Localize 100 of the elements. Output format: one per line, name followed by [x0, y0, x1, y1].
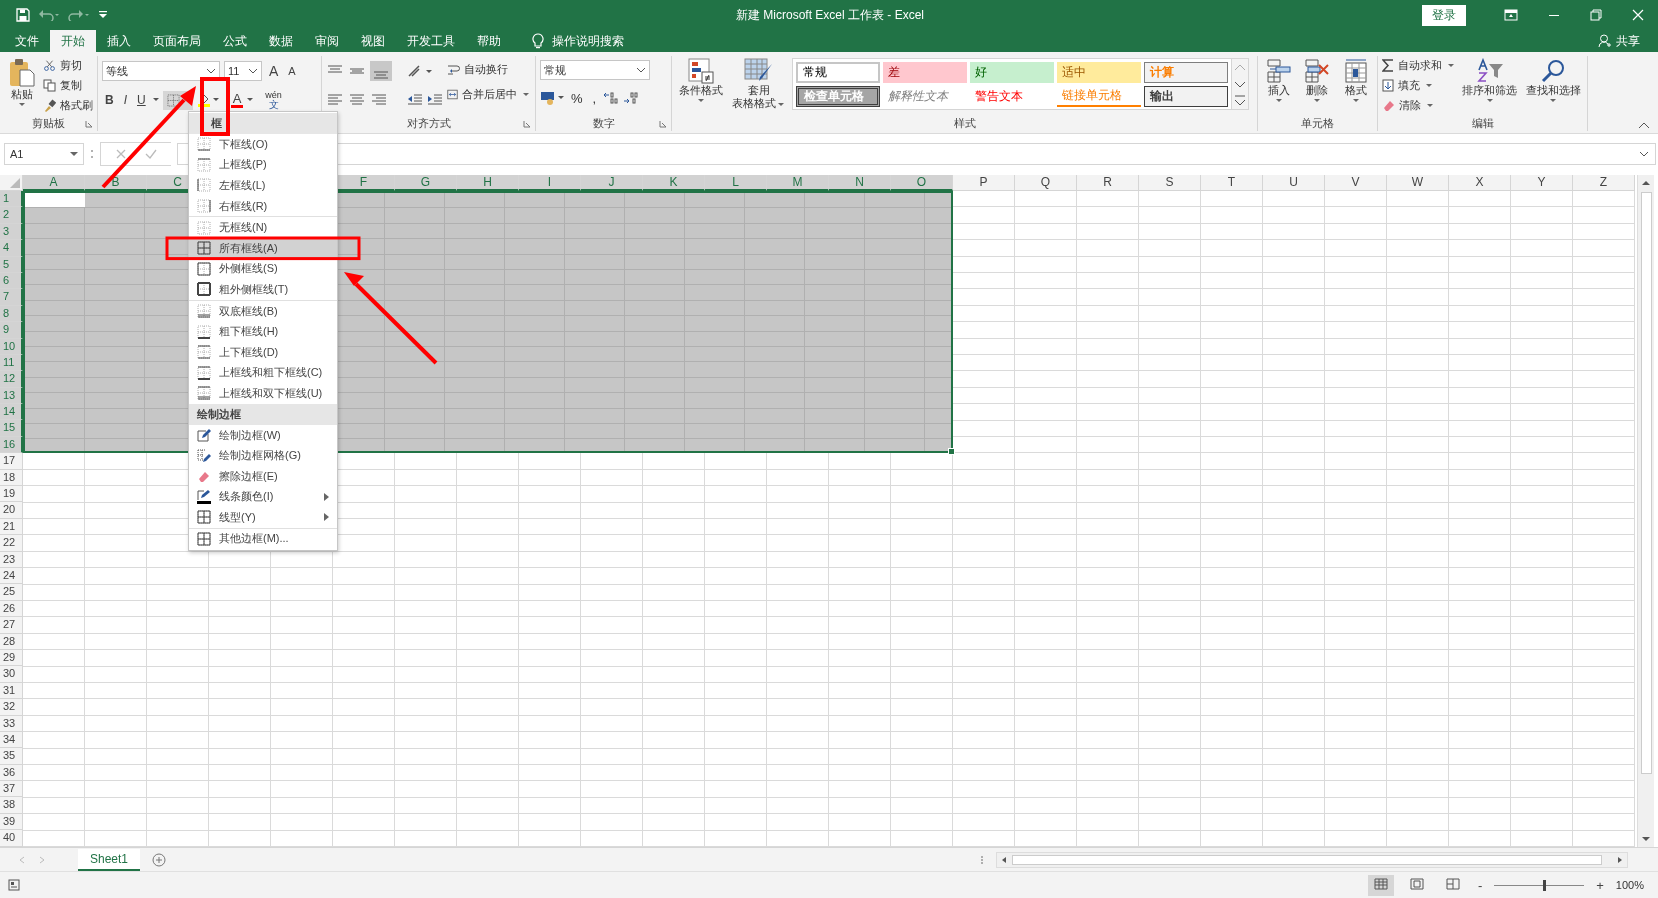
column-header[interactable]: W [1387, 175, 1449, 191]
sheet-tab[interactable]: Sheet1 [78, 848, 141, 871]
conditional-formatting-button[interactable]: 条件格式 [676, 56, 726, 115]
column-header[interactable]: J [581, 175, 643, 191]
enter-check-icon[interactable] [145, 148, 157, 160]
column-header[interactable]: H [457, 175, 519, 191]
row-header[interactable]: 22 [0, 535, 23, 552]
cell-style-option[interactable]: 常规 [796, 62, 880, 83]
macro-record-icon[interactable] [8, 879, 20, 891]
ribbon-tab[interactable]: 数据 [258, 30, 304, 52]
menu-item[interactable]: 线条颜色(I) [189, 486, 337, 508]
row-header[interactable]: 27 [0, 617, 23, 634]
format-painter-button[interactable]: 格式刷 [43, 96, 93, 114]
phonetic-guide-button[interactable]: wén 文 [265, 91, 282, 109]
align-bottom-icon[interactable] [370, 61, 392, 81]
align-left-icon[interactable] [326, 93, 344, 107]
shrink-font-button[interactable]: A [285, 65, 299, 77]
ribbon-tab[interactable]: 帮助 [466, 30, 512, 52]
underline-button[interactable]: U [134, 93, 149, 107]
row-header[interactable]: 39 [0, 813, 23, 831]
ribbon-tab[interactable]: 页面布局 [142, 30, 212, 52]
menu-item[interactable]: 粗外侧框线(T) [189, 279, 337, 300]
row-header[interactable]: 15 [0, 420, 23, 437]
row-header[interactable]: 17 [0, 453, 23, 470]
cell-grid[interactable] [23, 191, 1635, 847]
row-header[interactable]: 40 [0, 830, 23, 847]
restore-icon[interactable] [1590, 9, 1602, 21]
format-cells-button[interactable]: 格式 [1338, 56, 1373, 115]
column-header[interactable]: Y [1511, 175, 1573, 191]
row-header[interactable]: 1 [0, 191, 23, 208]
row-header[interactable]: 9 [0, 322, 23, 339]
cell-style-option[interactable]: 适中 [1057, 62, 1141, 83]
delete-cells-button[interactable]: 删除 [1300, 56, 1335, 115]
number-format-field[interactable]: 常规 [540, 60, 650, 80]
wrap-text-button[interactable]: 自动换行 [447, 60, 531, 78]
dialog-launcher-icon[interactable] [85, 120, 93, 128]
ribbon-tab[interactable]: 开始 [50, 30, 96, 52]
ribbon-tab[interactable]: 文件 [4, 30, 50, 52]
row-header[interactable]: 28 [0, 633, 23, 650]
zoom-slider-thumb[interactable] [1542, 879, 1546, 891]
close-icon[interactable] [1632, 9, 1644, 21]
row-header[interactable]: 18 [0, 469, 23, 487]
cut-button[interactable]: 剪切 [43, 56, 93, 74]
comma-style-button[interactable]: , [589, 90, 600, 106]
column-header[interactable]: P [953, 175, 1015, 191]
ribbon-tab[interactable]: 审阅 [304, 30, 350, 52]
row-header[interactable]: 36 [0, 764, 23, 782]
cell-style-option[interactable]: 好 [970, 62, 1054, 83]
fill-button[interactable]: 填充 [1382, 76, 1456, 94]
clear-button[interactable]: 清除 [1382, 96, 1456, 114]
collapse-ribbon-icon[interactable] [1638, 121, 1650, 129]
decrease-decimal-icon[interactable] [623, 91, 640, 105]
fill-color-icon[interactable] [196, 93, 219, 107]
increase-decimal-icon[interactable] [603, 91, 620, 105]
row-header[interactable]: 12 [0, 371, 23, 388]
row-header[interactable]: 33 [0, 715, 23, 732]
row-header[interactable]: 21 [0, 518, 23, 536]
column-header[interactable]: X [1449, 175, 1511, 191]
more-styles-icon[interactable] [1232, 94, 1248, 108]
row-header[interactable]: 4 [0, 240, 23, 257]
sign-in-button[interactable]: 登录 [1422, 4, 1466, 26]
cell-style-option[interactable]: 差 [883, 62, 967, 83]
undo-icon[interactable] [38, 9, 60, 21]
font-size-field[interactable]: 11 [224, 61, 262, 81]
row-header[interactable]: 31 [0, 682, 23, 700]
zoom-in-button[interactable]: + [1594, 877, 1606, 893]
column-header[interactable]: I [519, 175, 581, 191]
menu-item[interactable]: 双底框线(B) [189, 299, 337, 322]
ribbon-tab[interactable]: 公式 [212, 30, 258, 52]
column-header[interactable]: O [891, 175, 953, 191]
row-header[interactable]: 20 [0, 502, 23, 519]
cell-style-option[interactable]: 输出 [1144, 86, 1228, 107]
column-header[interactable]: S [1139, 175, 1201, 191]
active-cell[interactable] [25, 193, 85, 208]
paste-button[interactable]: 粘贴 [4, 56, 39, 115]
row-header[interactable]: 24 [0, 568, 23, 585]
menu-item[interactable]: 上下框线(D) [189, 341, 337, 363]
merge-center-button[interactable]: 合并后居中 [447, 85, 531, 103]
ribbon-tab[interactable]: 开发工具 [396, 30, 466, 52]
percent-style-button[interactable]: % [568, 90, 586, 106]
row-header[interactable]: 7 [0, 289, 23, 306]
grow-font-button[interactable]: A [266, 63, 282, 79]
menu-item[interactable]: 无框线(N) [189, 216, 337, 238]
row-header[interactable]: 26 [0, 600, 23, 618]
column-header[interactable]: Z [1573, 175, 1635, 191]
row-header[interactable]: 29 [0, 649, 23, 667]
insert-cells-button[interactable]: 插入 [1262, 56, 1297, 115]
scroll-thumb[interactable] [1640, 192, 1652, 774]
menu-item[interactable]: 上框线(P) [189, 154, 337, 176]
menu-item[interactable]: 线型(Y) [189, 507, 337, 528]
cell-style-option[interactable]: 警告文本 [970, 86, 1054, 107]
copy-button[interactable]: 复制 [43, 76, 93, 94]
row-header[interactable]: 37 [0, 781, 23, 798]
column-header[interactable]: A [23, 175, 85, 191]
add-sheet-icon[interactable] [152, 852, 167, 867]
share-button[interactable]: 共享 [1598, 30, 1658, 52]
column-header[interactable]: T [1201, 175, 1263, 191]
increase-indent-icon[interactable] [427, 93, 443, 107]
row-header[interactable]: 2 [0, 207, 23, 224]
column-header[interactable]: U [1263, 175, 1325, 191]
